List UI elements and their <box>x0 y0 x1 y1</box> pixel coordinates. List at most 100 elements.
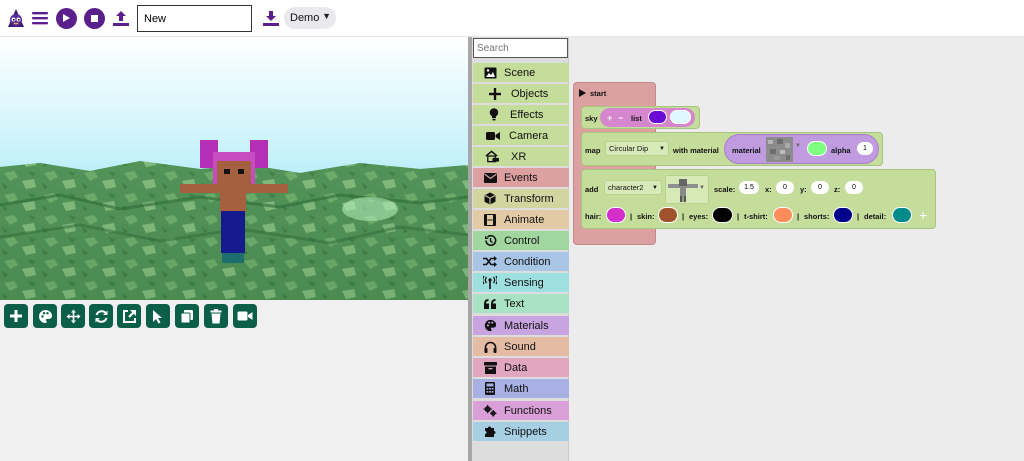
toolbox-category-snippets[interactable]: Snippets <box>473 422 569 441</box>
upload-icon <box>113 11 129 26</box>
alpha-input[interactable]: 1 <box>857 142 873 155</box>
cube-icon <box>483 192 497 206</box>
toolbox-category-sound[interactable]: Sound <box>473 337 569 356</box>
toolbox-category-materials[interactable]: Materials <box>473 316 569 335</box>
toolbox-category-events[interactable]: Events <box>473 168 569 187</box>
play-icon <box>579 89 586 97</box>
toolbox-category-sensing[interactable]: Sensing <box>473 273 569 292</box>
scale-input[interactable]: 1.5 <box>739 181 759 194</box>
add-object-button[interactable] <box>4 304 28 328</box>
tshirt-label: t-shirt: <box>744 212 768 221</box>
toolbox-category-control[interactable]: Control <box>473 231 569 250</box>
toolbox-category-transform[interactable]: Transform <box>473 189 569 208</box>
stop-icon <box>83 7 105 29</box>
duplicate-button[interactable] <box>175 304 199 328</box>
toolbox-category-xr[interactable]: XR <box>473 147 569 166</box>
toolbox-category-label: Functions <box>504 404 552 417</box>
logo-icon[interactable] <box>4 6 28 30</box>
plus-icon <box>488 87 502 101</box>
character-preview-dropdown[interactable]: ▼ <box>665 175 709 204</box>
stop-button[interactable] <box>82 6 106 30</box>
toolbox-category-math[interactable]: Math <box>473 379 569 398</box>
eyes-label: eyes: <box>689 212 709 221</box>
detail-color-swatch[interactable] <box>892 207 912 223</box>
toolbox-category-animate[interactable]: Animate <box>473 210 569 229</box>
menu-icon[interactable] <box>28 6 52 30</box>
demo-select[interactable]: Demo ▼ <box>284 7 336 29</box>
hair-label: hair: <box>585 212 602 221</box>
toolbox-category-label: Data <box>504 361 528 374</box>
toolbox-category-objects[interactable]: Objects <box>473 84 569 103</box>
gears-icon <box>483 404 497 418</box>
separator: | <box>630 212 633 221</box>
toolbox-category-scene[interactable]: Scene <box>473 63 569 82</box>
toolbox-search-input[interactable] <box>473 38 568 58</box>
project-name-input[interactable] <box>137 5 252 32</box>
top-toolbar: Demo ▼ <box>0 0 1024 37</box>
toolbox-category-effects[interactable]: Effects <box>473 105 569 124</box>
rotate-button[interactable] <box>89 304 113 328</box>
delete-button[interactable] <box>204 304 228 328</box>
copy-icon <box>180 309 193 323</box>
map-label: map <box>585 146 601 155</box>
list-add-icon[interactable]: + <box>607 113 612 123</box>
x-label: x: <box>765 185 772 194</box>
camera-button[interactable] <box>233 304 257 328</box>
shorts-color-swatch[interactable] <box>833 207 853 223</box>
film-icon <box>483 213 497 227</box>
separator: | <box>797 212 800 221</box>
color-picker-button[interactable] <box>33 304 57 328</box>
eyes-color-swatch[interactable] <box>712 207 733 223</box>
toolbox-category-condition[interactable]: Condition <box>473 252 569 271</box>
toolbox-category-text[interactable]: Text <box>473 294 569 313</box>
play-button[interactable] <box>54 6 78 30</box>
rotate-icon <box>95 309 107 323</box>
demo-select-value: Demo <box>290 12 320 24</box>
map-type-dropdown[interactable]: Circular Dip ▼ <box>605 141 669 156</box>
hair-color-swatch[interactable] <box>606 207 626 223</box>
download-button[interactable] <box>259 6 283 30</box>
toolbox-category-label: Snippets <box>504 425 547 438</box>
quote-icon <box>483 297 497 311</box>
puzzle-icon <box>483 425 497 439</box>
add-color-icon[interactable]: + <box>919 207 927 223</box>
z-input[interactable]: 0 <box>845 181 863 194</box>
tshirt-color-swatch[interactable] <box>773 207 793 223</box>
lightbulb-icon <box>487 108 501 122</box>
toolbox-category-data[interactable]: Data <box>473 358 569 377</box>
sky-color-1-swatch[interactable] <box>648 110 667 124</box>
skin-color-swatch[interactable] <box>658 207 678 223</box>
trash-icon <box>210 308 222 323</box>
list-label: list <box>631 114 642 123</box>
toolbox-category-label: Transform <box>504 192 554 205</box>
character-dropdown[interactable]: character2 ▼ <box>604 180 662 195</box>
move-button[interactable] <box>61 304 85 328</box>
upload-button[interactable] <box>109 6 133 30</box>
start-label: start <box>590 89 607 98</box>
3d-canvas[interactable] <box>0 37 468 300</box>
list-remove-icon[interactable]: − <box>618 113 623 123</box>
material-color-swatch[interactable] <box>807 141 827 156</box>
calculator-icon <box>483 382 497 396</box>
shuffle-icon <box>483 255 497 269</box>
select-button[interactable] <box>146 304 170 328</box>
toolbox-category-camera[interactable]: Camera <box>473 126 569 145</box>
add-label: add <box>585 185 599 194</box>
blocks-workspace[interactable]: start sky + − list map Circular Dip ▼ wi… <box>569 37 1024 461</box>
toolbox-category-functions[interactable]: Functions <box>473 401 569 420</box>
vr-house-icon <box>485 150 499 164</box>
toolbox-category-label: Scene <box>504 66 536 79</box>
sky-color-2-swatch[interactable] <box>670 110 691 124</box>
skin-label: skin: <box>637 212 655 221</box>
x-input[interactable]: 0 <box>776 181 794 194</box>
toolbox-category-label: Objects <box>511 87 549 100</box>
toolbox-category-label: Sensing <box>504 276 544 289</box>
toolbox-category-label: Text <box>504 297 525 310</box>
y-input[interactable]: 0 <box>811 181 829 194</box>
chevron-down-icon[interactable]: ▼ <box>795 143 801 149</box>
texture-thumbnail[interactable] <box>766 137 793 162</box>
toolbox-category-label: Animate <box>504 213 545 226</box>
scale-button[interactable] <box>117 304 141 328</box>
material-label: material <box>732 146 761 155</box>
external-link-icon <box>122 309 136 323</box>
